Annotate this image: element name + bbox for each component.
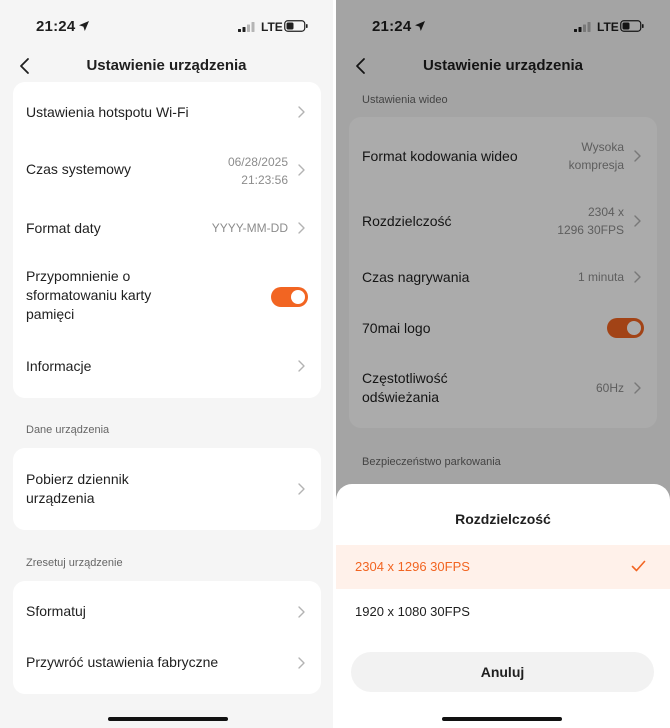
system-date-text: 06/28/2025 [227, 155, 288, 169]
chevron-right-icon [298, 222, 305, 234]
wifi-hotspot-row[interactable]: Ustawienia hotspotu Wi-Fi [13, 82, 321, 142]
section-device-data: Dane urządzenia [26, 424, 110, 436]
label-line: pamięci [26, 306, 75, 322]
format-reminder-label: Przypomnienie o sformatowaniu karty pami… [26, 267, 151, 324]
label-line: Przypomnienie o [26, 268, 131, 284]
download-log-label: Pobierz dziennik urządzenia [26, 470, 129, 508]
page-title: Ustawienie urządzenia [86, 57, 247, 74]
download-log-row[interactable]: Pobierz dziennik urządzenia [13, 448, 321, 530]
format-reminder-row: Przypomnienie o sformatowaniu karty pami… [13, 256, 321, 336]
resolution-option-2304[interactable]: 2304 x 1296 30FPS [336, 545, 670, 589]
cancel-button[interactable]: Anuluj [351, 652, 654, 692]
row-label: Format daty [26, 220, 101, 236]
right-screen: 21:24 LTE Ustawienie urządzenia Ustawien… [336, 0, 670, 728]
cellular-signal-icon [238, 22, 255, 32]
nav-bar: Ustawienie urządzenia [0, 50, 333, 82]
sheet-title: Rozdzielczość [455, 511, 551, 527]
left-screen: 21:24 LTE Ustawienie urządzenia Ustawien… [0, 0, 333, 728]
label-line: urządzenia [26, 490, 95, 506]
toggle-knob [291, 290, 305, 304]
reset-card: Sformatuj Przywróć ustawienia fabryczne [13, 581, 321, 694]
section-reset: Zresetuj urządzenie [26, 557, 123, 569]
system-time-value: 06/28/2025 21:23:56 [228, 153, 288, 189]
label-line: sformatowaniu karty [26, 287, 152, 303]
date-format-row[interactable]: Format daty YYYY-MM-DD [13, 200, 321, 256]
row-label: Przywróć ustawienia fabryczne [26, 654, 219, 670]
chevron-right-icon [298, 360, 305, 372]
checkmark-icon [631, 560, 646, 572]
row-label: Informacje [26, 358, 92, 374]
home-indicator [442, 717, 562, 721]
chevron-right-icon [298, 657, 305, 669]
row-label: Sformatuj [26, 603, 86, 619]
resolution-bottom-sheet: Rozdzielczość 2304 x 1296 30FPS 1920 x 1… [336, 484, 670, 728]
home-indicator [108, 717, 228, 721]
settings-card: Ustawienia hotspotu Wi-Fi Czas systemowy… [13, 82, 321, 398]
resolution-option-1920[interactable]: 1920 x 1080 30FPS [336, 590, 670, 634]
chevron-right-icon [298, 164, 305, 176]
row-label: Ustawienia hotspotu Wi-Fi [26, 104, 189, 120]
chevron-right-icon [298, 483, 305, 495]
device-log-card: Pobierz dziennik urządzenia [13, 448, 321, 530]
option-label: 1920 x 1080 30FPS [355, 604, 470, 619]
format-row[interactable]: Sformatuj [13, 581, 321, 641]
status-time: 21:24 [36, 18, 76, 35]
chevron-right-icon [298, 606, 305, 618]
status-bar: 21:24 LTE [0, 0, 333, 52]
date-format-value: YYYY-MM-DD [211, 221, 288, 235]
chevron-right-icon [298, 106, 305, 118]
battery-icon [284, 20, 308, 32]
factory-reset-row[interactable]: Przywróć ustawienia fabryczne [13, 641, 321, 694]
row-label: Czas systemowy [26, 161, 132, 177]
system-clock-text: 21:23:56 [241, 173, 288, 187]
location-arrow-icon [79, 21, 89, 31]
option-label: 2304 x 1296 30FPS [355, 559, 470, 574]
label-line: Pobierz dziennik [26, 471, 129, 487]
network-type: LTE [261, 20, 283, 34]
system-time-row[interactable]: Czas systemowy 06/28/2025 21:23:56 [13, 142, 321, 200]
information-row[interactable]: Informacje [13, 336, 321, 398]
format-reminder-toggle[interactable] [271, 287, 308, 307]
